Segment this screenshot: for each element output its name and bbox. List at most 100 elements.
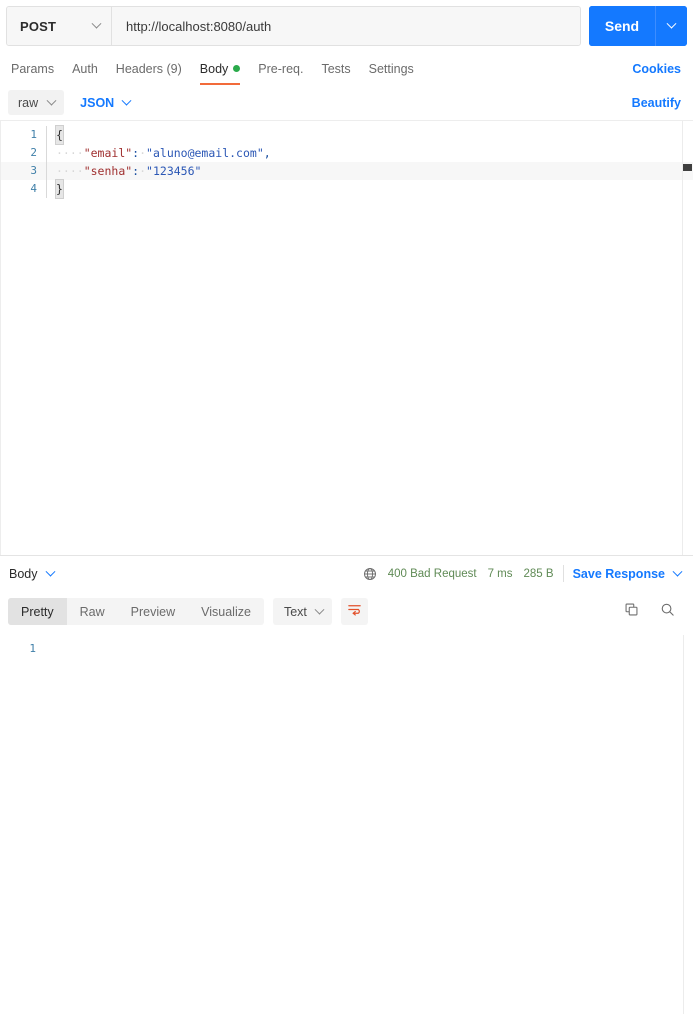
response-header-bar: Body 400 Bad Request 7 ms 285 B Save Res… xyxy=(0,554,693,592)
method-url-group: POST http://localhost:8080/auth xyxy=(6,6,581,46)
response-section-select[interactable]: Body xyxy=(9,566,55,581)
code-line[interactable]: 3 ···· "senha": · "123456" xyxy=(1,162,693,180)
chevron-down-icon xyxy=(45,566,55,581)
request-editor-scrollbar[interactable] xyxy=(682,121,693,555)
tab-settings[interactable]: Settings xyxy=(360,52,423,85)
line-number: 3 xyxy=(30,164,37,177)
token-key: "senha" xyxy=(83,164,133,178)
token-indent: ···· xyxy=(56,164,84,178)
chevron-down-icon xyxy=(121,95,132,110)
tab-label: Visualize xyxy=(201,604,251,619)
tab-body[interactable]: Body xyxy=(191,52,250,85)
tab-label: Raw xyxy=(79,604,105,619)
response-tab-raw[interactable]: Raw xyxy=(67,598,118,625)
tab-label: Settings xyxy=(368,61,414,76)
code-line[interactable]: 1{ xyxy=(1,125,693,145)
response-code-line[interactable]: 1 xyxy=(0,640,693,658)
copy-icon xyxy=(624,602,639,622)
send-button[interactable]: Send xyxy=(589,6,655,46)
response-time: 7 ms xyxy=(487,567,513,580)
divider xyxy=(562,565,564,582)
search-icon xyxy=(660,602,675,622)
tab-label: Pre-req. xyxy=(258,61,304,76)
cookies-link[interactable]: Cookies xyxy=(632,62,681,76)
request-url-bar: POST http://localhost:8080/auth Send xyxy=(0,0,693,52)
request-editor-scrollbar-thumb[interactable] xyxy=(683,164,692,171)
tab-params[interactable]: Params xyxy=(11,52,63,85)
chevron-down-icon xyxy=(666,17,677,35)
request-code-area[interactable]: 1{2 ···· "email": · "aluno@email.com", 3 ···· "… xyxy=(1,121,693,199)
body-mode-select[interactable]: raw xyxy=(8,90,65,115)
response-tab-preview[interactable]: Preview xyxy=(118,598,188,625)
tab-headers[interactable]: Headers (9) xyxy=(107,52,191,85)
request-url-input[interactable]: http://localhost:8080/auth xyxy=(112,7,580,45)
response-size: 285 B xyxy=(523,567,554,580)
line-number: 2 xyxy=(30,146,37,159)
copy-response-button[interactable] xyxy=(618,598,645,625)
wrap-lines-button[interactable] xyxy=(340,598,368,625)
token-indent: ···· xyxy=(56,146,84,160)
tab-tests[interactable]: Tests xyxy=(312,52,359,85)
tab-label: Tests xyxy=(321,61,351,76)
tab-label: Pretty xyxy=(21,604,54,619)
response-body-viewer[interactable]: 1 xyxy=(0,631,693,1014)
response-editor-scrollbar[interactable] xyxy=(683,634,693,1014)
body-type-bar: raw JSON Beautify xyxy=(0,85,693,120)
code-line-text[interactable]: } xyxy=(46,179,693,199)
chevron-down-icon xyxy=(91,17,102,35)
code-line[interactable]: 4} xyxy=(1,179,693,199)
response-code-area[interactable]: 1 xyxy=(0,632,693,658)
body-format-label: JSON xyxy=(80,95,115,110)
response-status: 400 Bad Request xyxy=(387,567,477,580)
tab-label: Preview xyxy=(130,604,176,619)
body-modified-dot-icon xyxy=(233,65,241,72)
tab-label: Params xyxy=(11,61,55,76)
tab-auth[interactable]: Auth xyxy=(63,52,107,85)
token-brace: { xyxy=(55,125,64,145)
save-response-label: Save Response xyxy=(572,566,665,581)
response-format-label: Text xyxy=(283,604,307,619)
beautify-link[interactable]: Beautify xyxy=(632,96,681,110)
token-punct: , xyxy=(263,146,271,160)
send-options-button[interactable] xyxy=(655,6,687,46)
line-number: 4 xyxy=(30,182,37,195)
http-method-select[interactable]: POST xyxy=(7,7,112,45)
request-body-editor[interactable]: 1{2 ···· "email": · "aluno@email.com", 3 ···· "… xyxy=(0,120,693,555)
token-str: "123456" xyxy=(146,164,202,178)
request-tab-bar: Params Auth Headers (9) Body Pre-req. Te… xyxy=(0,52,693,85)
response-meta: 400 Bad Request 7 ms 285 B xyxy=(363,567,554,581)
token-str: "aluno@email.com" xyxy=(146,146,264,160)
chevron-down-icon xyxy=(46,95,57,110)
body-format-select[interactable]: JSON xyxy=(80,95,132,110)
response-tab-visualize[interactable]: Visualize xyxy=(188,598,264,625)
chevron-down-icon xyxy=(314,604,325,619)
token-punct: : xyxy=(132,164,140,178)
code-line[interactable]: 2 ···· "email": · "aluno@email.com", xyxy=(1,144,693,162)
http-method-label: POST xyxy=(20,18,57,34)
code-line-text[interactable]: ···· "email": · "aluno@email.com", xyxy=(46,144,693,162)
code-line-text[interactable]: { xyxy=(46,125,693,145)
line-number: 1 xyxy=(30,128,37,141)
token-indent: · xyxy=(139,146,147,160)
send-group: Send xyxy=(589,6,687,46)
tab-label: Auth xyxy=(72,61,98,76)
token-punct: : xyxy=(132,146,140,160)
token-indent: · xyxy=(139,164,147,178)
search-response-button[interactable] xyxy=(654,598,681,625)
response-view-segmented-control: Pretty Raw Preview Visualize xyxy=(8,598,264,625)
tab-label: Body xyxy=(199,61,229,76)
response-tab-pretty[interactable]: Pretty xyxy=(8,598,67,625)
tab-label: Headers (9) xyxy=(115,61,182,76)
response-section-label: Body xyxy=(9,566,38,581)
code-line-text[interactable]: ···· "senha": · "123456" xyxy=(46,162,693,180)
line-number: 1 xyxy=(29,641,36,655)
wrap-lines-icon xyxy=(347,602,362,622)
response-tab-bar: Pretty Raw Preview Visualize Text xyxy=(0,592,693,632)
tab-pre-request[interactable]: Pre-req. xyxy=(249,52,312,85)
chevron-down-icon xyxy=(672,566,683,581)
token-brace: } xyxy=(55,179,64,199)
postman-request-response-pane: POST http://localhost:8080/auth Send Par… xyxy=(0,0,693,1014)
response-format-select[interactable]: Text xyxy=(272,598,332,625)
globe-icon xyxy=(363,567,377,581)
save-response-button[interactable]: Save Response xyxy=(572,566,683,581)
